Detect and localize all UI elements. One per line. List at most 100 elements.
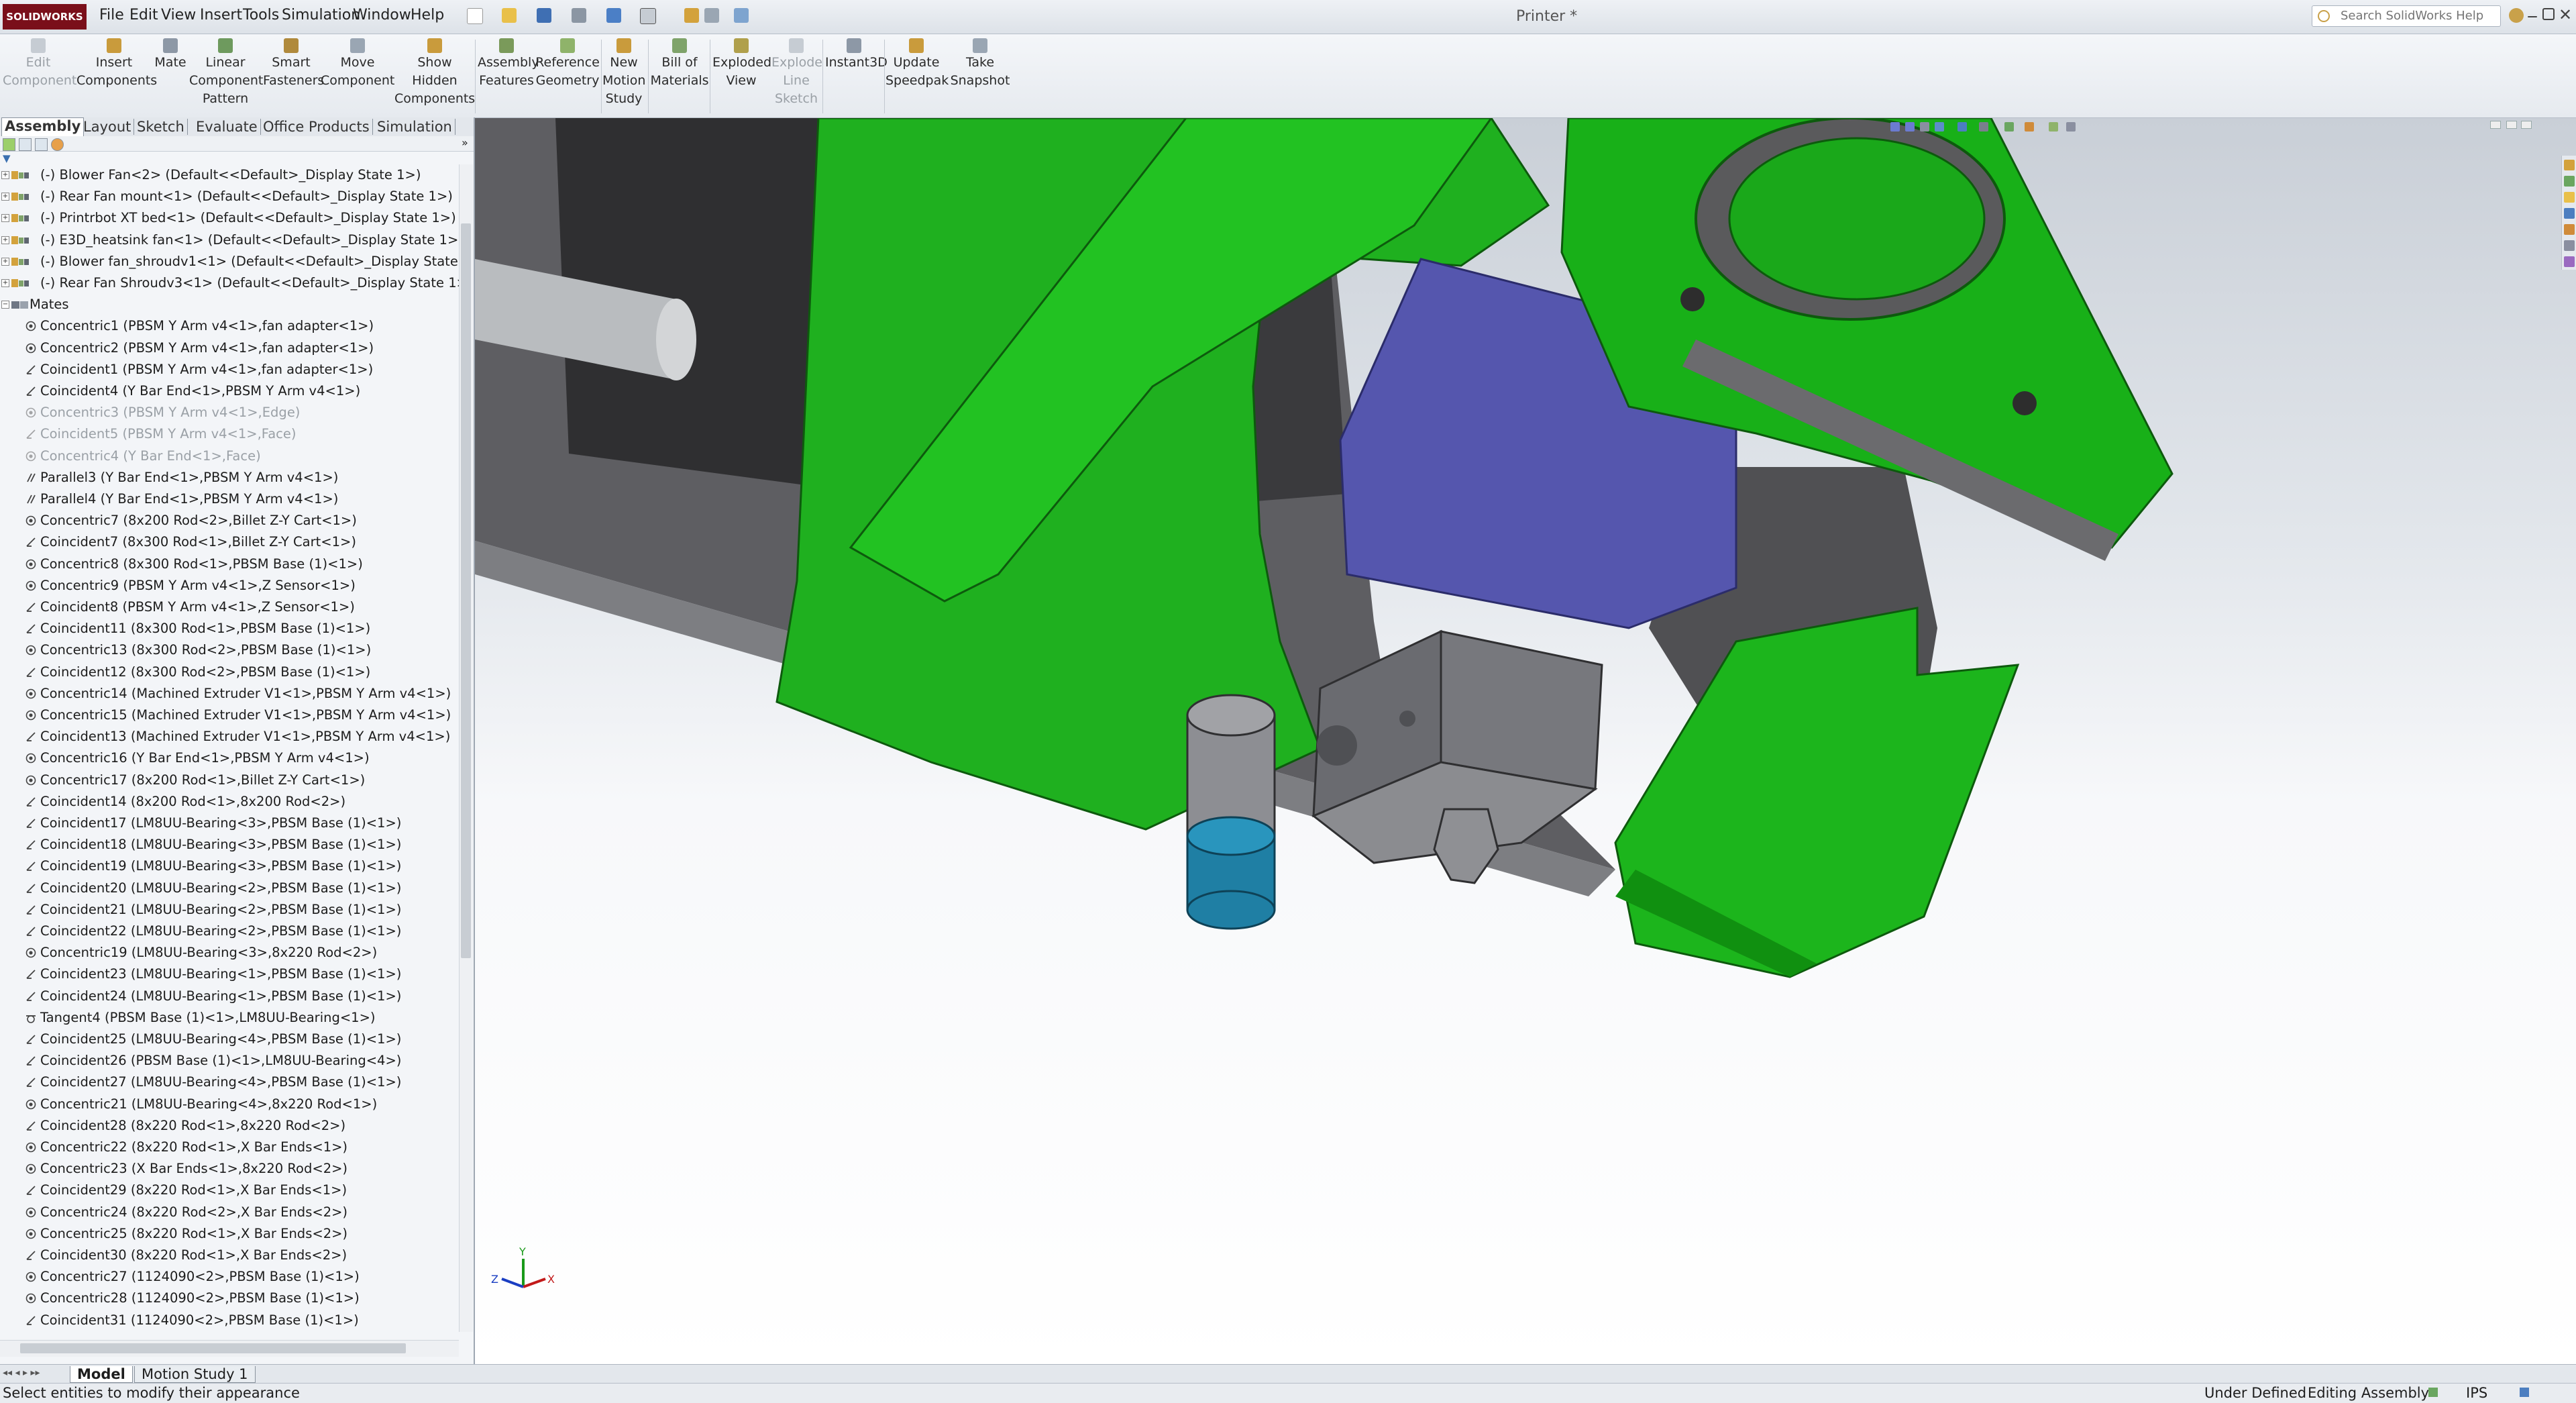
tab-simulation[interactable]: Simulation <box>374 119 455 135</box>
viewport-tile-icon[interactable] <box>2506 121 2517 129</box>
linear-pattern-label: Linear Component Pattern <box>189 55 264 106</box>
viewport-maximize-icon[interactable] <box>2521 121 2532 129</box>
smart-fasteners-button[interactable]: Smart Fasteners <box>263 37 324 90</box>
unit-system[interactable]: IPS <box>2466 1385 2487 1401</box>
tree-mate-label: Concentric2 (PBSM Y Arm v4<1>,fan adapte… <box>40 340 374 356</box>
undo-icon[interactable] <box>606 8 621 23</box>
tab-layout[interactable]: Layout <box>80 119 135 135</box>
maximize-icon[interactable] <box>2542 8 2555 20</box>
open-folder-icon[interactable] <box>502 8 517 23</box>
tree-mate-label: Coincident7 (8x300 Rod<1>,Billet Z-Y Car… <box>40 534 356 550</box>
minimize-icon[interactable] <box>2528 16 2537 17</box>
tab-scroll-icons[interactable]: ◂◂ ◂ ▸ ▸▸ <box>3 1367 40 1378</box>
zoom-to-fit-icon[interactable] <box>1890 122 1900 132</box>
edit-appearance-icon[interactable] <box>2025 122 2034 132</box>
menu-file[interactable]: File <box>99 7 124 23</box>
tab-assembly[interactable]: Assembly <box>1 117 85 137</box>
rebuild-icon[interactable] <box>684 8 699 23</box>
search-input[interactable] <box>2339 6 2496 25</box>
parallel-mate-icon <box>27 495 36 504</box>
take-snapshot-button[interactable]: Take Snapshot <box>949 37 1012 90</box>
print-icon[interactable] <box>572 8 586 23</box>
tree-vertical-scrollbar[interactable] <box>459 164 473 1332</box>
bill-of-materials-button[interactable]: Bill of Materials <box>649 37 710 90</box>
filter-icon[interactable]: ▼ <box>3 152 11 164</box>
explode-line-sketch-button[interactable]: Explode Line Sketch <box>771 37 822 108</box>
menu-tools[interactable]: Tools <box>243 7 279 23</box>
tab-motion-study-1[interactable]: Motion Study 1 <box>134 1366 256 1383</box>
edit-component-button[interactable]: Edit Component <box>3 37 76 90</box>
help-icon[interactable] <box>2509 8 2524 23</box>
scrollbar-thumb[interactable] <box>461 223 471 958</box>
solidworks-resources-icon[interactable] <box>2564 160 2575 170</box>
search-results-icon[interactable] <box>2564 208 2575 219</box>
menu-insert[interactable]: Insert <box>200 7 242 23</box>
file-properties-icon[interactable] <box>704 8 719 23</box>
appearances-icon[interactable] <box>2564 240 2575 251</box>
close-icon[interactable]: ✕ <box>2559 5 2572 24</box>
expand-toggle-icon[interactable]: + <box>1 193 9 201</box>
assembly-features-button[interactable]: Assembly Features <box>478 37 539 90</box>
design-library-icon[interactable] <box>2564 176 2575 187</box>
move-component-button[interactable]: Move Component <box>321 37 394 90</box>
display-style-icon[interactable] <box>1979 122 1988 132</box>
model-render[interactable]: Y X Z <box>475 118 2576 1364</box>
display-manager-tab-icon[interactable] <box>51 138 64 151</box>
rebuild-status-icon[interactable] <box>2428 1388 2438 1397</box>
save-icon[interactable] <box>537 8 551 23</box>
viewport-restore-icon[interactable] <box>2490 121 2501 129</box>
quick-tips-icon[interactable] <box>2520 1388 2529 1397</box>
menu-view[interactable]: View <box>161 7 196 23</box>
tree-horizontal-scrollbar[interactable] <box>0 1340 459 1357</box>
menu-bar: SOLIDWORKS File Edit View Insert Tools S… <box>0 0 2576 34</box>
expand-toggle-icon[interactable]: + <box>1 257 9 266</box>
reference-geometry-button[interactable]: Reference Geometry <box>535 37 600 90</box>
view-settings-icon[interactable] <box>2066 122 2076 132</box>
update-speedpak-button[interactable]: Update Speedpak <box>885 37 949 90</box>
feature-manager-tab-icon[interactable] <box>3 138 15 151</box>
view-orientation-icon[interactable] <box>1957 122 1967 132</box>
linear-pattern-button[interactable]: Linear Component Pattern <box>189 37 264 108</box>
expand-toggle-icon[interactable]: + <box>1 236 9 244</box>
expand-pane-icon[interactable]: » <box>462 136 468 149</box>
new-motion-study-button[interactable]: New Motion Study <box>602 37 645 108</box>
exploded-view-button[interactable]: Exploded View <box>712 37 771 90</box>
mate-button[interactable]: Mate <box>152 37 189 72</box>
coincident-mate-icon <box>26 386 36 396</box>
expand-toggle-icon[interactable]: + <box>1 171 9 179</box>
show-hidden-button[interactable]: Show Hidden Components <box>394 37 475 108</box>
menu-edit[interactable]: Edit <box>129 7 158 23</box>
section-view-icon[interactable] <box>1935 122 1944 132</box>
tree-mate-label: Coincident24 (LM8UU-Bearing<1>,PBSM Base… <box>40 988 402 1004</box>
zoom-to-area-icon[interactable] <box>1905 122 1915 132</box>
hide-show-items-icon[interactable] <box>2004 122 2014 132</box>
solidworks-logo[interactable]: SOLIDWORKS <box>3 4 87 30</box>
tab-office-products[interactable]: Office Products <box>260 119 373 135</box>
expand-toggle-icon[interactable]: + <box>1 214 9 223</box>
search-help-box[interactable] <box>2312 5 2501 27</box>
tab-evaluate[interactable]: Evaluate <box>193 119 261 135</box>
tab-sketch[interactable]: Sketch <box>134 119 188 135</box>
coincident-mate-icon <box>26 624 36 634</box>
menu-window[interactable]: Window <box>353 7 411 23</box>
collapse-toggle-icon[interactable]: − <box>1 301 9 309</box>
previous-view-icon[interactable] <box>1920 122 1929 132</box>
custom-properties-icon[interactable] <box>2564 256 2575 267</box>
view-palette-icon[interactable] <box>2564 224 2575 235</box>
apply-scene-icon[interactable] <box>2049 122 2058 132</box>
tab-model[interactable]: Model <box>70 1366 133 1383</box>
insert-components-button[interactable]: Insert Components <box>76 37 157 90</box>
graphics-viewport[interactable]: Y X Z <box>475 118 2576 1364</box>
instant3d-button[interactable]: Instant3D <box>825 37 888 72</box>
select-pointer-icon[interactable] <box>640 8 656 24</box>
menu-simulation[interactable]: Simulation <box>282 7 360 23</box>
options-icon[interactable] <box>734 8 749 23</box>
scrollbar-thumb[interactable] <box>20 1343 406 1353</box>
expand-toggle-icon[interactable]: + <box>1 279 9 287</box>
coincident-mate-icon <box>26 819 36 828</box>
new-document-icon[interactable] <box>467 8 483 24</box>
configuration-manager-tab-icon[interactable] <box>35 138 48 151</box>
property-manager-tab-icon[interactable] <box>19 138 32 151</box>
menu-help[interactable]: Help <box>411 7 444 23</box>
file-explorer-icon[interactable] <box>2564 192 2575 203</box>
